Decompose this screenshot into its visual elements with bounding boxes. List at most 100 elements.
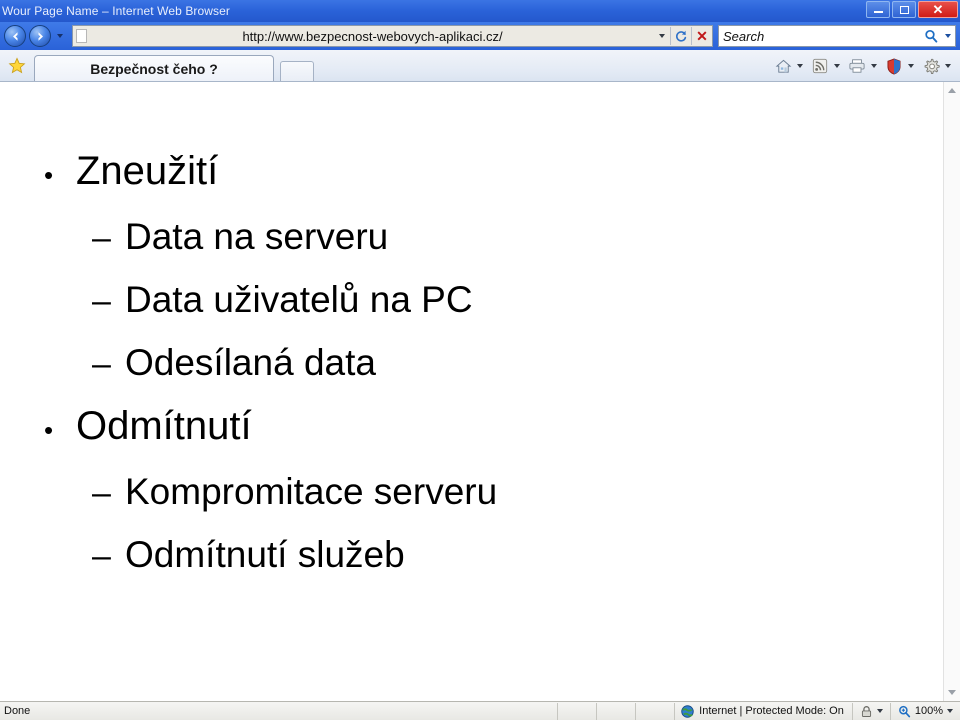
gear-icon[interactable] xyxy=(921,56,941,76)
vertical-scrollbar[interactable] xyxy=(943,82,960,701)
chevron-down-icon xyxy=(907,64,914,68)
bullet-item: – Odesílaná data xyxy=(0,332,943,395)
security-zone-label: Internet | Protected Mode: On xyxy=(699,705,844,717)
bullet-text: Data uživatelů na PC xyxy=(125,279,473,320)
refresh-icon xyxy=(676,30,687,42)
status-cell xyxy=(558,702,598,720)
scroll-up-button[interactable] xyxy=(944,82,960,99)
bullet-text: Data na serveru xyxy=(125,216,389,257)
tab-strip: Bezpečnost čeho ? xyxy=(0,50,960,82)
scroll-down-button[interactable] xyxy=(944,684,960,701)
bullet-text: Odesílaná data xyxy=(125,342,376,383)
chevron-down-icon xyxy=(659,34,665,38)
bullet-dot-icon: • xyxy=(44,415,54,445)
stop-button[interactable]: ✕ xyxy=(692,26,712,46)
chevron-down-icon xyxy=(57,34,63,38)
url-text[interactable]: http://www.bezpecnost-webovych-aplikaci.… xyxy=(91,29,654,44)
status-segments xyxy=(519,702,676,720)
print-dropdown-button[interactable] xyxy=(867,64,880,68)
chevron-up-icon xyxy=(948,88,956,93)
search-icon xyxy=(925,29,938,43)
scrollbar-track[interactable] xyxy=(944,99,960,684)
bullet-dash-icon: – xyxy=(92,345,111,383)
security-zone[interactable]: Internet | Protected Mode: On xyxy=(675,704,852,718)
chevron-down-icon xyxy=(948,690,956,695)
chevron-down-icon xyxy=(945,34,951,38)
forward-button[interactable] xyxy=(29,25,51,47)
maximize-button[interactable] xyxy=(892,1,916,18)
back-button[interactable] xyxy=(4,25,26,47)
chevron-down-icon xyxy=(833,64,840,68)
privacy-indicator[interactable] xyxy=(853,705,890,718)
globe-icon xyxy=(681,704,694,718)
bullet-item: – Data na serveru xyxy=(0,206,943,269)
bullet-dot-icon: • xyxy=(44,160,54,190)
status-message: Done xyxy=(4,705,31,717)
zoom-control[interactable]: 100% xyxy=(891,705,960,718)
slide-bullet-list: • Zneužití – Data na serveru – Data uživatelů… xyxy=(0,140,943,587)
address-dropdown-button[interactable] xyxy=(654,34,670,38)
status-cell xyxy=(636,702,676,720)
home-icon[interactable] xyxy=(773,56,793,76)
tab-bezpecnost-ceho[interactable]: Bezpečnost čeho ? xyxy=(34,55,274,81)
bullet-dash-icon: – xyxy=(92,282,111,320)
chevron-down-icon xyxy=(944,64,951,68)
bullet-text: Odmítnutí xyxy=(76,404,252,448)
bullet-item: – Odmítnutí služeb xyxy=(0,524,943,587)
maximize-icon xyxy=(899,5,909,14)
padlock-icon xyxy=(861,705,871,717)
search-box[interactable]: Search xyxy=(718,25,956,47)
stop-x-icon: ✕ xyxy=(696,28,708,44)
minimize-button[interactable] xyxy=(866,1,890,18)
home-button-group xyxy=(773,56,806,76)
star-icon xyxy=(8,57,26,74)
chevron-down-icon[interactable] xyxy=(876,709,883,713)
home-dropdown-button[interactable] xyxy=(793,64,806,68)
chevron-down-icon xyxy=(796,64,803,68)
command-bar xyxy=(769,51,960,81)
window-title: Wour Page Name – Internet Web Browser xyxy=(2,4,231,18)
tools-button-group xyxy=(921,56,954,76)
bullet-item: • Zneužití xyxy=(0,140,943,206)
zoom-magnifier-icon xyxy=(898,705,911,717)
chevron-down-icon[interactable] xyxy=(947,709,953,713)
bullet-dash-icon: – xyxy=(92,474,111,512)
web-page: • Zneužití – Data na serveru – Data uživatelů… xyxy=(0,82,943,701)
close-button[interactable]: ✕ xyxy=(918,1,958,18)
print-button-group xyxy=(847,56,880,76)
zoom-level-label: 100% xyxy=(914,705,943,717)
print-icon[interactable] xyxy=(847,56,867,76)
status-cell xyxy=(597,702,637,720)
minimize-icon xyxy=(873,11,883,13)
safety-button-group xyxy=(884,56,917,76)
forward-arrow-icon xyxy=(38,31,43,41)
browser-window: Wour Page Name – Internet Web Browser ✕ xyxy=(0,0,960,720)
feeds-dropdown-button[interactable] xyxy=(830,64,843,68)
new-tab-button[interactable] xyxy=(280,61,314,81)
bullet-text: Kompromitace serveru xyxy=(125,471,498,512)
feeds-button-group xyxy=(810,56,843,76)
status-cell xyxy=(519,702,559,720)
status-bar: Done Internet | Protected Mode: On 100% xyxy=(0,701,960,720)
rss-icon[interactable] xyxy=(810,56,830,76)
bullet-item: – Kompromitace serveru xyxy=(0,461,943,524)
bullet-dash-icon: – xyxy=(92,537,111,575)
title-bar: Wour Page Name – Internet Web Browser ✕ xyxy=(0,0,960,22)
page-document-icon xyxy=(76,29,87,43)
navigation-bar: http://www.bezpecnost-webovych-aplikaci.… xyxy=(0,22,960,50)
back-arrow-icon xyxy=(12,31,17,41)
search-button[interactable] xyxy=(921,29,941,43)
bullet-text: Odmítnutí služeb xyxy=(125,534,405,575)
address-bar[interactable]: http://www.bezpecnost-webovych-aplikaci.… xyxy=(72,25,713,47)
bullet-dash-icon: – xyxy=(92,219,111,257)
bullet-item: – Data uživatelů na PC xyxy=(0,269,943,332)
history-dropdown-button[interactable] xyxy=(54,34,66,38)
refresh-button[interactable] xyxy=(671,26,691,46)
safety-shield-icon[interactable] xyxy=(884,56,904,76)
tools-dropdown-button[interactable] xyxy=(941,64,954,68)
favorites-button[interactable] xyxy=(0,51,34,81)
search-provider-dropdown-button[interactable] xyxy=(941,34,955,38)
bullet-item: • Odmítnutí xyxy=(0,395,943,461)
safety-dropdown-button[interactable] xyxy=(904,64,917,68)
search-input[interactable]: Search xyxy=(719,29,921,44)
